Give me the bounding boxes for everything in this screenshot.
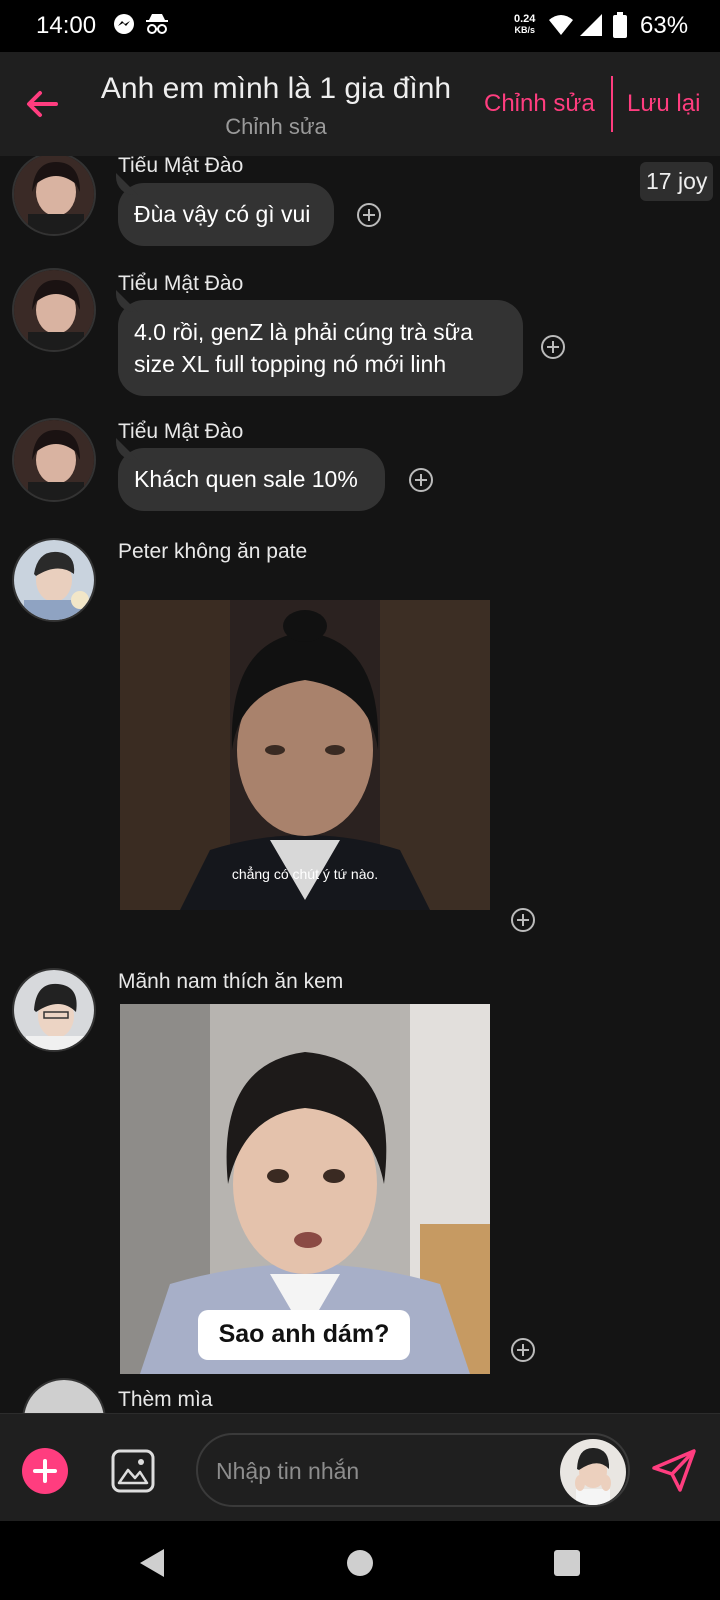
nav-back-icon[interactable] bbox=[138, 1547, 166, 1579]
system-nav-bar bbox=[0, 1521, 720, 1600]
plus-circle-icon bbox=[409, 468, 433, 492]
plus-circle-icon bbox=[511, 908, 535, 932]
status-bar: 14:00 0.24 KB/s 63% bbox=[0, 0, 720, 52]
gallery-button[interactable] bbox=[110, 1448, 156, 1494]
avatar[interactable] bbox=[12, 538, 96, 622]
net-speed-value: 0.24 bbox=[514, 13, 536, 25]
save-button[interactable]: Lưu lại bbox=[627, 90, 700, 118]
message-text: Khách quen sale 10% bbox=[134, 466, 358, 492]
header-divider bbox=[611, 76, 613, 132]
message-text: Đùa vậy có gì vui bbox=[134, 201, 311, 227]
react-button[interactable] bbox=[408, 467, 434, 493]
message-bubble[interactable]: Đùa vậy có gì vui bbox=[118, 183, 334, 246]
battery-icon bbox=[612, 12, 628, 43]
net-speed: 0.24 KB/s bbox=[514, 14, 535, 36]
react-button[interactable] bbox=[540, 334, 566, 360]
sticker-button[interactable] bbox=[560, 1439, 626, 1505]
message-composer bbox=[0, 1413, 720, 1521]
sender-name: Peter không ăn pate bbox=[118, 540, 308, 563]
react-button[interactable] bbox=[510, 907, 536, 933]
message-text-line: 4.0 rồi, genZ là phải cúng trà sữa bbox=[134, 319, 473, 345]
avatar[interactable] bbox=[12, 268, 96, 352]
wifi-icon bbox=[548, 14, 574, 41]
avatar[interactable] bbox=[12, 418, 96, 502]
reaction-badge: 17 joy bbox=[640, 162, 714, 201]
message-bubble[interactable]: 4.0 rồi, genZ là phải cúng trà sữa size … bbox=[118, 300, 523, 396]
nav-home-icon[interactable] bbox=[346, 1549, 374, 1577]
nav-recents-icon[interactable] bbox=[553, 1549, 581, 1577]
plus-icon bbox=[33, 1459, 57, 1483]
status-time: 14:00 bbox=[36, 12, 97, 39]
group-subtitle: Chỉnh sửa bbox=[225, 114, 327, 139]
image-caption: Sao anh dám? bbox=[218, 1320, 390, 1348]
sender-name: Tiểu Mật Đào bbox=[118, 420, 244, 443]
group-title: Anh em mình là 1 gia đình bbox=[100, 72, 452, 105]
message-bubble[interactable]: Khách quen sale 10% bbox=[118, 448, 385, 511]
message-list[interactable]: Tiểu Mật Đào Đùa vậy có gì vui 17 joy Ti… bbox=[0, 156, 720, 1413]
sender-name: Tiểu Mật Đào bbox=[118, 272, 244, 295]
sender-name: Tiểu Mật Đào bbox=[118, 156, 244, 177]
signal-icon bbox=[580, 14, 602, 41]
net-speed-unit: KB/s bbox=[514, 25, 535, 35]
message-input[interactable] bbox=[216, 1451, 536, 1491]
back-button[interactable] bbox=[22, 84, 62, 124]
message-text-line: size XL full topping nó mới linh bbox=[134, 351, 447, 377]
sender-name: Mãnh nam thích ăn kem bbox=[118, 970, 344, 993]
react-button[interactable] bbox=[510, 1337, 536, 1363]
sender-name: Thèm mìa bbox=[118, 1388, 213, 1411]
avatar[interactable] bbox=[22, 1378, 106, 1413]
battery-level: 63% bbox=[640, 12, 689, 39]
message-image[interactable]: chẳng có chút ý tứ nào. bbox=[120, 600, 490, 910]
avatar[interactable] bbox=[12, 156, 96, 236]
avatar[interactable] bbox=[12, 968, 96, 1052]
message-image[interactable]: Sao anh dám? bbox=[120, 1004, 490, 1374]
send-icon bbox=[652, 1449, 696, 1492]
send-button[interactable] bbox=[650, 1446, 698, 1494]
chat-header: Anh em mình là 1 gia đình Chỉnh sửa Chỉn… bbox=[0, 52, 720, 156]
messenger-icon bbox=[112, 12, 136, 41]
plus-circle-icon bbox=[357, 203, 381, 227]
image-icon bbox=[111, 1449, 155, 1493]
arrow-left-icon bbox=[27, 91, 58, 117]
add-button[interactable] bbox=[22, 1448, 68, 1494]
message-input-wrapper bbox=[196, 1433, 630, 1507]
incognito-icon bbox=[144, 12, 170, 41]
plus-circle-icon bbox=[511, 1338, 535, 1362]
react-button[interactable] bbox=[356, 202, 382, 228]
plus-circle-icon bbox=[541, 335, 565, 359]
edit-button[interactable]: Chỉnh sửa bbox=[484, 90, 595, 118]
image-caption: chẳng có chút ý tứ nào. bbox=[231, 866, 379, 882]
